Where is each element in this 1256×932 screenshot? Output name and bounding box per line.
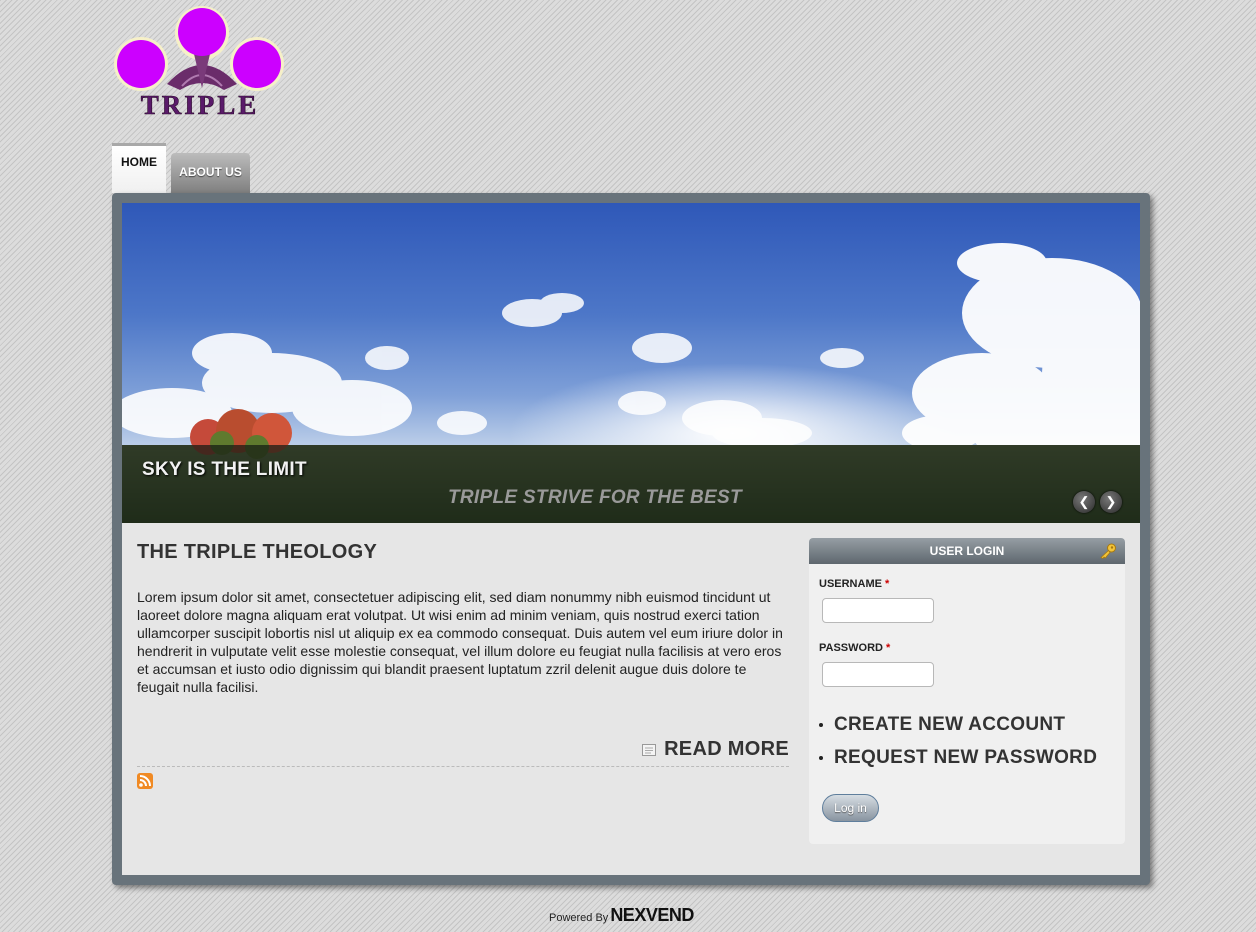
username-label: USERNAME * bbox=[819, 578, 889, 590]
password-label-text: PASSWORD bbox=[819, 642, 883, 654]
chevron-right-icon: ❯ bbox=[1105, 494, 1117, 509]
user-login-block: USER LOGIN USERNAME * PASSWORD * CREATE … bbox=[809, 538, 1125, 844]
powered-by-text: Powered By bbox=[549, 912, 609, 924]
main-nav: HOME ABOUT US bbox=[112, 143, 312, 193]
username-label-text: USERNAME bbox=[819, 578, 882, 590]
login-button[interactable]: Log in bbox=[822, 794, 879, 822]
content-area: SKY IS THE LIMIT TRIPLE STRIVE FOR THE B… bbox=[122, 203, 1140, 875]
footer: Powered By NEXVEND bbox=[549, 906, 694, 924]
read-more-link[interactable]: READ MORE bbox=[642, 738, 789, 761]
slide-title: SKY IS THE LIMIT bbox=[142, 459, 307, 480]
read-more-row: READ MORE bbox=[137, 736, 789, 767]
tab-about-label: ABOUT US bbox=[179, 165, 242, 179]
password-required-mark: * bbox=[886, 642, 891, 654]
chevron-left-icon: ❮ bbox=[1078, 494, 1090, 509]
create-account-label: CREATE NEW ACCOUNT bbox=[834, 713, 1066, 735]
password-input[interactable] bbox=[822, 662, 934, 687]
username-input[interactable] bbox=[822, 598, 934, 623]
request-password-label: REQUEST NEW PASSWORD bbox=[834, 746, 1098, 768]
slide-prev-button[interactable]: ❮ bbox=[1073, 491, 1095, 513]
read-more-label: READ MORE bbox=[664, 738, 789, 760]
tab-home[interactable]: HOME bbox=[112, 143, 166, 193]
article: THE TRIPLE THEOLOGY Lorem ipsum dolor si… bbox=[137, 541, 789, 767]
document-icon bbox=[642, 743, 657, 756]
password-label: PASSWORD * bbox=[819, 642, 890, 654]
login-header: USER LOGIN bbox=[809, 538, 1125, 564]
bullet-icon bbox=[819, 755, 823, 760]
login-links: CREATE NEW ACCOUNT REQUEST NEW PASSWORD bbox=[819, 708, 1097, 774]
login-heading: USER LOGIN bbox=[929, 544, 1005, 558]
rss-feed-icon[interactable] bbox=[137, 773, 153, 789]
article-body: Lorem ipsum dolor sit amet, consectetuer… bbox=[137, 589, 783, 695]
bullet-icon bbox=[819, 722, 823, 727]
request-password-link[interactable]: REQUEST NEW PASSWORD bbox=[819, 741, 1097, 774]
slide-caption: SKY IS THE LIMIT TRIPLE STRIVE FOR THE B… bbox=[122, 445, 1140, 523]
username-required-mark: * bbox=[885, 578, 890, 590]
main-frame: SKY IS THE LIMIT TRIPLE STRIVE FOR THE B… bbox=[112, 193, 1150, 885]
key-icon bbox=[1100, 543, 1116, 559]
article-title[interactable]: THE TRIPLE THEOLOGY bbox=[137, 541, 789, 564]
tab-about-us[interactable]: ABOUT US bbox=[171, 153, 250, 193]
slideshow: SKY IS THE LIMIT TRIPLE STRIVE FOR THE B… bbox=[122, 203, 1140, 523]
logo-text: TRIPLE bbox=[141, 90, 260, 120]
slide-subtitle: TRIPLE STRIVE FOR THE BEST bbox=[448, 487, 742, 508]
slide-next-button[interactable]: ❯ bbox=[1100, 491, 1122, 513]
logo-graphic: TRIPLE bbox=[114, 6, 284, 120]
nexvend-brand-link[interactable]: NEXVEND bbox=[610, 906, 694, 924]
create-account-link[interactable]: CREATE NEW ACCOUNT bbox=[819, 708, 1097, 741]
tab-home-label: HOME bbox=[121, 154, 157, 169]
site-logo[interactable]: TRIPLE bbox=[112, 6, 288, 122]
